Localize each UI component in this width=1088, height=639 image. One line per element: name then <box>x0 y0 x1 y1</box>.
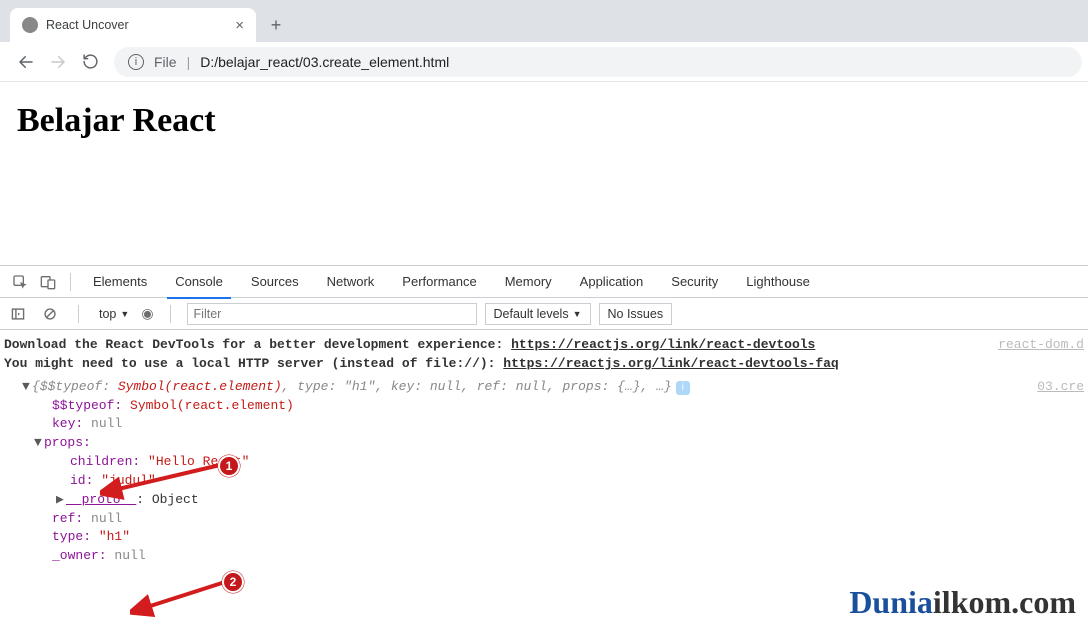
forward-button[interactable] <box>44 48 72 76</box>
object-property[interactable]: _owner: null <box>4 547 1084 566</box>
console-row[interactable]: You might need to use a local HTTP serve… <box>4 355 1084 374</box>
tab-network[interactable]: Network <box>313 266 389 298</box>
info-badge-icon[interactable]: i <box>676 381 690 395</box>
tab-memory[interactable]: Memory <box>491 266 566 298</box>
url-path: D:/belajar_react/03.create_element.html <box>200 54 449 70</box>
inspect-element-icon[interactable] <box>6 268 34 296</box>
object-property-type[interactable]: type: "h1" <box>4 528 1084 547</box>
message-source[interactable]: react-dom.d <box>998 336 1084 355</box>
console-row[interactable]: Download the React DevTools for a better… <box>4 336 1084 355</box>
chevron-down-icon[interactable]: ▼ <box>22 378 32 397</box>
react-devtools-link[interactable]: https://reactjs.org/link/react-devtools <box>511 337 815 352</box>
browser-tab-strip: React Uncover × + <box>0 0 1088 42</box>
chevron-right-icon[interactable]: ▶ <box>56 491 66 510</box>
url-divider: | <box>187 54 191 70</box>
object-property[interactable]: ref: null <box>4 510 1084 529</box>
tab-lighthouse[interactable]: Lighthouse <box>732 266 824 298</box>
annotation-badge-2: 2 <box>222 571 244 593</box>
clear-console-icon[interactable] <box>38 302 62 326</box>
tab-security[interactable]: Security <box>657 266 732 298</box>
back-button[interactable] <box>12 48 40 76</box>
watermark: Duniailkom.com <box>849 584 1076 621</box>
object-row[interactable]: ▼{$$typeof: Symbol(react.element), type:… <box>4 378 1084 397</box>
site-info-icon[interactable]: i <box>128 54 144 70</box>
tab-console[interactable]: Console <box>161 266 237 298</box>
tab-elements[interactable]: Elements <box>79 266 161 298</box>
message-source[interactable]: 03.cre <box>1037 378 1084 397</box>
chevron-down-icon[interactable]: ▼ <box>34 434 44 453</box>
address-bar[interactable]: i File | D:/belajar_react/03.create_elem… <box>114 47 1082 77</box>
log-levels-selector[interactable]: Default levels▼ <box>485 303 591 325</box>
page-heading: Belajar React <box>17 102 1071 140</box>
tab-performance[interactable]: Performance <box>388 266 490 298</box>
console-toolbar: top▼ ◉ Default levels▼ No Issues <box>0 298 1088 330</box>
tab-application[interactable]: Application <box>566 266 658 298</box>
devtools-panel: Elements Console Sources Network Perform… <box>0 265 1088 570</box>
context-selector[interactable]: top▼ <box>95 307 133 321</box>
annotation-badge-1: 1 <box>218 455 240 477</box>
console-sidebar-toggle[interactable] <box>6 302 30 326</box>
browser-tab[interactable]: React Uncover × <box>10 8 256 42</box>
object-property[interactable]: key: null <box>4 415 1084 434</box>
reload-button[interactable] <box>76 48 104 76</box>
browser-toolbar: i File | D:/belajar_react/03.create_elem… <box>0 42 1088 82</box>
favicon <box>22 17 38 33</box>
tab-sources[interactable]: Sources <box>237 266 313 298</box>
url-scheme-label: File <box>154 54 177 70</box>
device-toggle-icon[interactable] <box>34 268 62 296</box>
close-tab-icon[interactable]: × <box>235 18 244 33</box>
tab-title: React Uncover <box>46 18 227 32</box>
new-tab-button[interactable]: + <box>262 11 290 39</box>
react-devtools-faq-link[interactable]: https://reactjs.org/link/react-devtools-… <box>503 356 838 371</box>
live-expression-icon[interactable]: ◉ <box>141 305 153 322</box>
annotation-arrow <box>100 450 230 500</box>
devtools-tabbar: Elements Console Sources Network Perform… <box>0 266 1088 298</box>
page-content: Belajar React <box>0 82 1088 265</box>
object-property[interactable]: $$typeof: Symbol(react.element) <box>4 397 1084 416</box>
console-filter-input[interactable] <box>187 303 477 325</box>
no-issues-button[interactable]: No Issues <box>599 303 673 325</box>
